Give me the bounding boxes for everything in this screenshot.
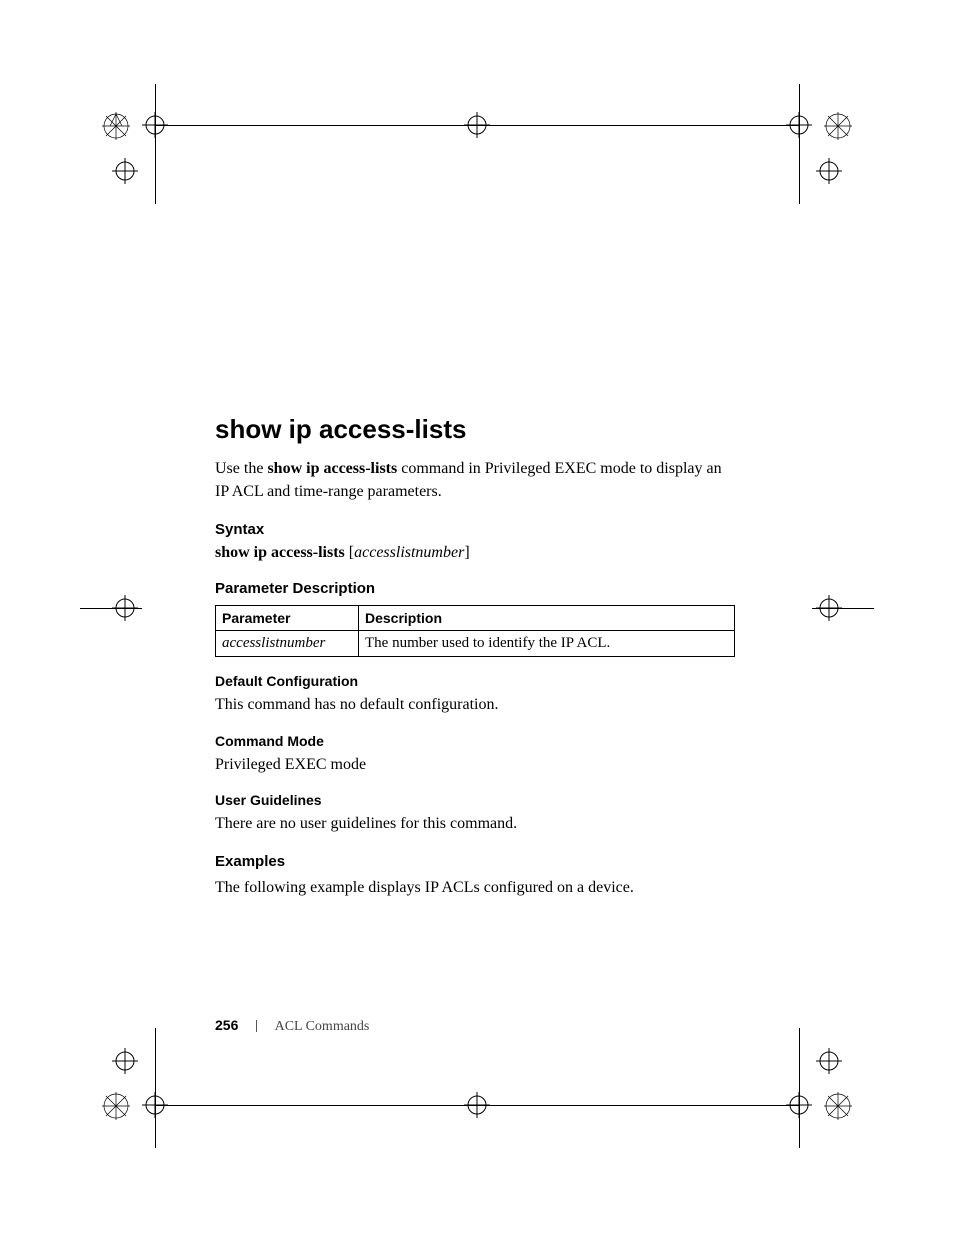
page: show ip access-lists Use the show ip acc… xyxy=(0,0,954,1235)
syntax-bracket-close: ] xyxy=(464,544,469,561)
registration-cross-icon xyxy=(112,595,138,621)
registration-cross-icon xyxy=(112,1048,138,1074)
param-desc-heading: Parameter Description xyxy=(215,580,735,597)
registration-cross-icon xyxy=(786,1092,812,1118)
registration-cross-icon xyxy=(816,595,842,621)
registration-star-icon xyxy=(824,1092,852,1120)
examples-text: The following example displays IP ACLs c… xyxy=(215,876,735,899)
crop-rule-bottom-left-v xyxy=(155,1028,156,1148)
registration-cross-icon xyxy=(464,112,490,138)
table-row: accesslistnumber The number used to iden… xyxy=(216,631,735,657)
intro-prefix: Use the xyxy=(215,460,267,477)
command-mode-heading: Command Mode xyxy=(215,733,735,749)
syntax-arg: accesslistnumber xyxy=(354,544,464,561)
command-mode-text: Privileged EXEC mode xyxy=(215,753,735,776)
default-config-heading: Default Configuration xyxy=(215,673,735,689)
registration-cross-icon xyxy=(816,1048,842,1074)
syntax-cmd: show ip access-lists xyxy=(215,544,349,561)
registration-star-icon xyxy=(102,1092,130,1120)
registration-cross-icon xyxy=(786,112,812,138)
syntax-line: show ip access-lists [accesslistnumber] xyxy=(215,544,735,562)
document-content: show ip access-lists Use the show ip acc… xyxy=(215,414,735,915)
footer-separator-icon xyxy=(256,1020,257,1032)
page-number: 256 xyxy=(215,1017,238,1033)
td-param: accesslistnumber xyxy=(216,631,359,657)
page-footer: 256 ACL Commands xyxy=(215,1017,369,1035)
user-guidelines-heading: User Guidelines xyxy=(215,792,735,808)
registration-cross-icon xyxy=(142,1092,168,1118)
parameter-table: Parameter Description accesslistnumber T… xyxy=(215,605,735,657)
registration-star-icon xyxy=(102,112,130,140)
user-guidelines-text: There are no user guidelines for this co… xyxy=(215,812,735,835)
crop-rule-bottom-right-v xyxy=(799,1028,800,1148)
th-description: Description xyxy=(359,606,735,631)
registration-cross-icon xyxy=(464,1092,490,1118)
crop-rule-top-right-v xyxy=(799,84,800,204)
registration-cross-icon xyxy=(816,158,842,184)
th-parameter: Parameter xyxy=(216,606,359,631)
command-title: show ip access-lists xyxy=(215,414,735,445)
footer-section: ACL Commands xyxy=(275,1019,370,1034)
registration-cross-icon xyxy=(142,112,168,138)
intro-bold: show ip access-lists xyxy=(267,460,397,477)
syntax-heading: Syntax xyxy=(215,521,735,538)
default-config-text: This command has no default configuratio… xyxy=(215,693,735,716)
intro-paragraph: Use the show ip access-lists command in … xyxy=(215,457,735,503)
table-header-row: Parameter Description xyxy=(216,606,735,631)
examples-heading: Examples xyxy=(215,853,735,870)
registration-cross-icon xyxy=(112,158,138,184)
td-desc: The number used to identify the IP ACL. xyxy=(359,631,735,657)
crop-rule-top-left-v xyxy=(155,84,156,204)
registration-star-icon xyxy=(824,112,852,140)
